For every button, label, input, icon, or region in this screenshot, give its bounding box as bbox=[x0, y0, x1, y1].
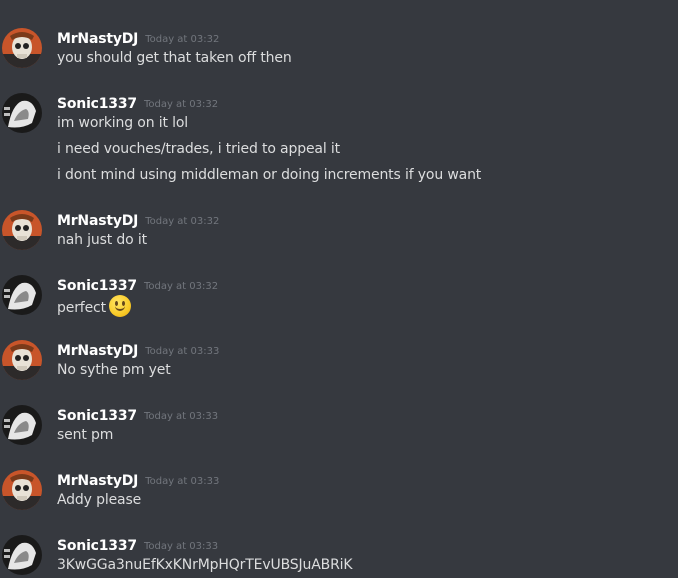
hand-avatar-icon bbox=[2, 93, 42, 133]
message-text: nah just do it bbox=[57, 232, 147, 248]
message-header: Sonic1337 Today at 03:32 bbox=[57, 275, 218, 295]
skull-avatar-icon bbox=[2, 470, 42, 510]
message-text: Addy please bbox=[57, 492, 142, 508]
chat-message-list[interactable]: MrNastyDJ Today at 03:32 you should get t… bbox=[0, 0, 678, 578]
message-text: i dont mind using middleman or doing inc… bbox=[57, 167, 482, 183]
avatar[interactable] bbox=[2, 470, 42, 510]
skull-avatar-icon bbox=[2, 210, 42, 250]
avatar[interactable] bbox=[2, 28, 42, 68]
timestamp: Today at 03:33 bbox=[145, 346, 220, 357]
timestamp: Today at 03:33 bbox=[143, 411, 219, 422]
hand-avatar-icon bbox=[2, 535, 42, 575]
timestamp: Today at 03:33 bbox=[145, 476, 220, 487]
username[interactable]: MrNastyDJ bbox=[57, 343, 138, 359]
message-text: i need vouches/trades, i tried to appeal… bbox=[57, 141, 340, 157]
message-header: Sonic1337 Today at 03:33 bbox=[57, 535, 218, 555]
message-header: Sonic1337 Today at 03:32 bbox=[57, 93, 218, 113]
timestamp: Today at 03:33 bbox=[143, 541, 219, 552]
message-line: perfect bbox=[57, 295, 131, 319]
avatar[interactable] bbox=[2, 340, 42, 380]
skull-avatar-icon bbox=[2, 28, 42, 68]
message-text[interactable]: 3KwGGa3nuEfKxKNrMpHQrTEvUBSJuABRiK bbox=[57, 557, 353, 573]
username[interactable]: Sonic1337 bbox=[57, 278, 137, 294]
username[interactable]: Sonic1337 bbox=[57, 408, 137, 424]
message-text: No sythe pm yet bbox=[57, 362, 171, 378]
username[interactable]: MrNastyDJ bbox=[57, 31, 138, 47]
username[interactable]: Sonic1337 bbox=[57, 96, 137, 112]
timestamp: Today at 03:32 bbox=[143, 281, 219, 292]
message-header: MrNastyDJ Today at 03:32 bbox=[57, 28, 219, 48]
message-text: sent pm bbox=[57, 427, 114, 443]
username[interactable]: Sonic1337 bbox=[57, 538, 137, 554]
username[interactable]: MrNastyDJ bbox=[57, 473, 138, 489]
message-text: perfect bbox=[57, 300, 106, 316]
timestamp: Today at 03:32 bbox=[145, 216, 220, 227]
avatar[interactable] bbox=[2, 405, 42, 445]
slightly-smiling-face-icon[interactable] bbox=[108, 295, 131, 317]
avatar[interactable] bbox=[2, 535, 42, 575]
hand-avatar-icon bbox=[2, 405, 42, 445]
avatar[interactable] bbox=[2, 210, 42, 250]
timestamp: Today at 03:32 bbox=[145, 34, 220, 45]
username[interactable]: MrNastyDJ bbox=[57, 213, 138, 229]
message-header: MrNastyDJ Today at 03:33 bbox=[57, 340, 219, 360]
message-text: you should get that taken off then bbox=[57, 50, 292, 66]
message-header: MrNastyDJ Today at 03:33 bbox=[57, 470, 219, 490]
skull-avatar-icon bbox=[2, 340, 42, 380]
avatar[interactable] bbox=[2, 93, 42, 133]
timestamp: Today at 03:32 bbox=[143, 99, 219, 110]
hand-avatar-icon bbox=[2, 275, 42, 315]
message-header: Sonic1337 Today at 03:33 bbox=[57, 405, 218, 425]
avatar[interactable] bbox=[2, 275, 42, 315]
message-text: im working on it lol bbox=[57, 115, 189, 131]
message-header: MrNastyDJ Today at 03:32 bbox=[57, 210, 219, 230]
